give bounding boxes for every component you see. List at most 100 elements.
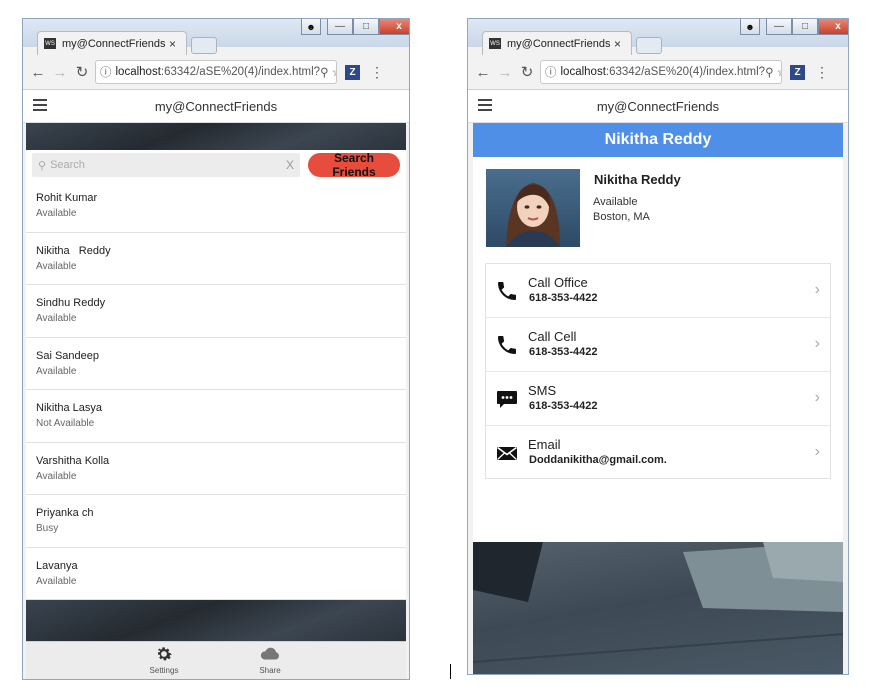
- user-icon[interactable]: ☻: [740, 19, 760, 35]
- url-path: :63342/aSE%20(4)/index.html?: [605, 66, 766, 78]
- forward-icon[interactable]: →: [49, 64, 71, 81]
- contact-name: Nikitha Lasya: [36, 402, 103, 415]
- chevron-right-icon: ›: [814, 335, 820, 352]
- background-image-top: [26, 123, 406, 150]
- contact-status: Available: [36, 313, 77, 325]
- contact-list-item[interactable]: Varshitha Kolla Available: [26, 443, 406, 495]
- phone-icon: [498, 336, 516, 354]
- url-host: localhost: [560, 66, 606, 78]
- browser-window-left: ☻ — □ x WS my@ConnectFriends × ← → ↻ ⓘ l…: [22, 18, 410, 680]
- contact-list-item[interactable]: Nikitha Lasya Not Available: [26, 390, 406, 443]
- window-controls: ☻ — □ x: [301, 19, 409, 37]
- maximize-button[interactable]: □: [792, 19, 818, 35]
- app-title: my@ConnectFriends: [596, 98, 720, 114]
- url-field[interactable]: ⓘ localhost :63342/aSE%20(4)/index.html?…: [540, 60, 782, 84]
- search-friends-button[interactable]: Search Friends: [308, 151, 400, 179]
- contact-list-item[interactable]: Nikitha Reddy Available: [26, 233, 406, 285]
- contact-list-item[interactable]: Sindhu Reddy Available: [26, 285, 406, 338]
- action-label: SMS: [528, 383, 557, 398]
- email-row[interactable]: Email Doddanikitha@gmail.com. ›: [486, 426, 830, 480]
- zoom-star-icons[interactable]: ⚲ ☆: [765, 65, 781, 79]
- extension-icon[interactable]: Z: [345, 64, 360, 80]
- contact-status: Available: [36, 365, 77, 377]
- profile-status: Available: [593, 196, 638, 208]
- contact-name: Rohit Kumar: [36, 192, 98, 205]
- phone-icon: [498, 282, 516, 300]
- contact-actions-list: Call Office 618-353-4422 › Call Cell 618…: [485, 263, 831, 479]
- contact-status: Available: [36, 208, 77, 220]
- back-icon[interactable]: ←: [27, 64, 49, 81]
- url-field[interactable]: ⓘ localhost :63342/aSE%20(4)/index.html?…: [95, 60, 337, 84]
- zoom-star-icons[interactable]: ⚲ ☆: [320, 65, 336, 79]
- reload-icon[interactable]: ↻: [71, 63, 93, 81]
- back-icon[interactable]: ←: [472, 64, 494, 81]
- browser-menu-icon[interactable]: ⋮: [370, 64, 384, 81]
- url-host: localhost: [115, 66, 161, 78]
- contact-list-item[interactable]: Rohit Kumar Available: [26, 180, 406, 233]
- background-image-bottom: [26, 600, 406, 641]
- contact-list-item[interactable]: Priyanka ch Busy: [26, 495, 406, 548]
- profile-name: Nikitha Reddy: [594, 172, 681, 187]
- address-toolbar: ← → ↻ ⓘ localhost :63342/aSE%20(4)/index…: [23, 55, 409, 90]
- close-window-button[interactable]: x: [818, 19, 848, 35]
- reload-icon[interactable]: ↻: [516, 63, 538, 81]
- tab-close-icon[interactable]: ×: [614, 37, 621, 51]
- window-controls: ☻ — □ x: [740, 19, 848, 37]
- sms-row[interactable]: SMS 618-353-4422 ›: [486, 372, 830, 426]
- sms-icon: [497, 391, 517, 408]
- new-tab-button[interactable]: [636, 37, 662, 54]
- new-tab-button[interactable]: [191, 37, 217, 54]
- contact-name: Priyanka ch: [36, 507, 94, 520]
- chevron-right-icon: ›: [814, 389, 820, 406]
- tab-title: my@ConnectFriends: [507, 37, 611, 50]
- user-icon[interactable]: ☻: [301, 19, 321, 35]
- browser-tab[interactable]: WS my@ConnectFriends ×: [37, 31, 187, 55]
- maximize-button[interactable]: □: [353, 19, 379, 35]
- call-cell-row[interactable]: Call Cell 618-353-4422 ›: [486, 318, 830, 372]
- contact-name: Varshitha Kolla: [36, 454, 110, 467]
- extension-icon[interactable]: Z: [790, 64, 805, 80]
- browser-menu-icon[interactable]: ⋮: [815, 64, 829, 81]
- action-label: Call Cell: [528, 329, 577, 344]
- minimize-button[interactable]: —: [766, 19, 792, 35]
- action-label: Call Office: [528, 275, 588, 290]
- address-toolbar: ← → ↻ ⓘ localhost :63342/aSE%20(4)/index…: [468, 55, 848, 90]
- url-path: :63342/aSE%20(4)/index.html?: [160, 66, 321, 78]
- contact-status: Available: [36, 260, 77, 272]
- tab-share-label: Share: [259, 666, 281, 675]
- hamburger-menu-icon[interactable]: [33, 99, 47, 114]
- tab-settings[interactable]: Settings: [134, 644, 194, 675]
- contact-detail: Nikitha Reddy Available Boston, MA Call …: [473, 157, 843, 542]
- contact-name: Sindhu Reddy: [36, 297, 106, 310]
- chevron-right-icon: ›: [814, 281, 820, 298]
- avatar: [486, 169, 580, 247]
- mail-icon: [497, 446, 517, 460]
- clear-search-icon[interactable]: X: [286, 158, 294, 172]
- tab-settings-label: Settings: [149, 666, 179, 675]
- minimize-button[interactable]: —: [327, 19, 353, 35]
- favicon-icon: WS: [44, 38, 56, 49]
- info-icon: ⓘ: [545, 67, 557, 79]
- contact-list-item[interactable]: Lavanya Available: [26, 548, 406, 600]
- close-window-button[interactable]: x: [379, 19, 409, 35]
- app-title: my@ConnectFriends: [154, 98, 278, 114]
- browser-tab[interactable]: WS my@ConnectFriends ×: [482, 31, 632, 55]
- contact-list-item[interactable]: Sai Sandeep Available: [26, 338, 406, 390]
- forward-icon[interactable]: →: [494, 64, 516, 81]
- search-input[interactable]: ⚲ Search X: [32, 153, 300, 177]
- search-placeholder: Search: [50, 159, 85, 171]
- contact-list: Rohit Kumar Available Nikitha Reddy Availa…: [26, 180, 406, 600]
- info-icon: ⓘ: [100, 67, 112, 79]
- profile-info: Available Boston, MA: [593, 195, 650, 225]
- hamburger-menu-icon[interactable]: [478, 99, 492, 114]
- action-value: 618-353-4422: [529, 400, 598, 412]
- action-label: Email: [528, 437, 561, 452]
- call-office-row[interactable]: Call Office 618-353-4422 ›: [486, 264, 830, 318]
- favicon-icon: WS: [489, 38, 501, 49]
- tab-close-icon[interactable]: ×: [169, 37, 176, 51]
- action-value: 618-353-4422: [529, 292, 598, 304]
- gear-icon: [157, 647, 172, 661]
- contact-status: Available: [36, 470, 77, 482]
- tab-share[interactable]: Share: [240, 644, 300, 675]
- background-image: [473, 542, 843, 674]
